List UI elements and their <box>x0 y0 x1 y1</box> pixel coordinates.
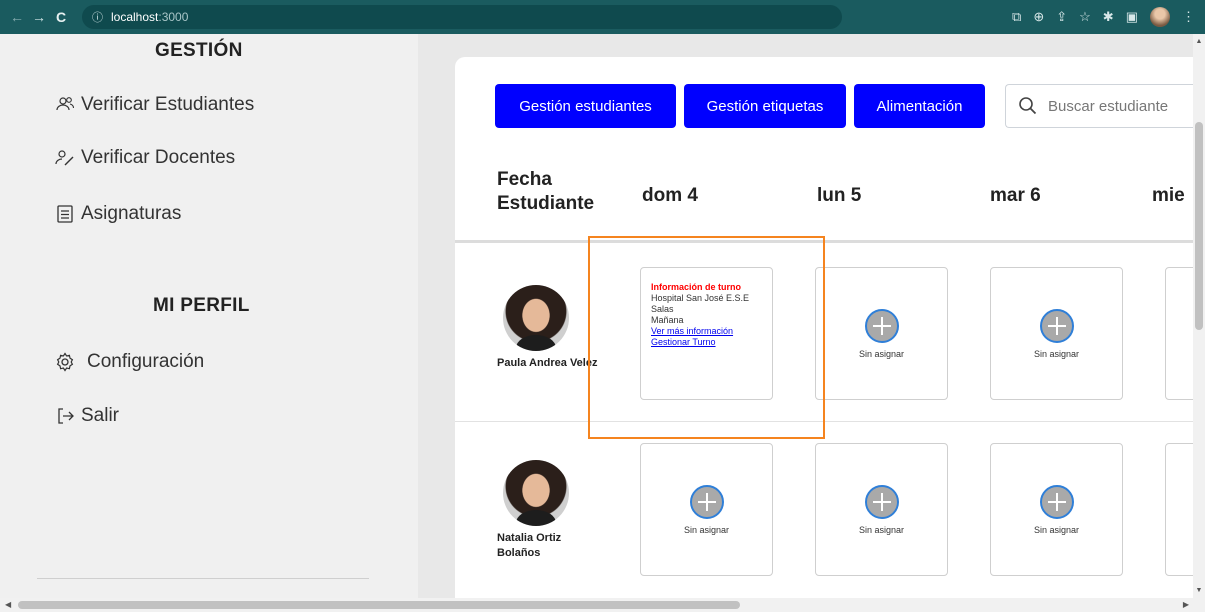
search-input[interactable] <box>1048 97 1198 115</box>
gestionar-turno-link[interactable]: Gestionar Turno <box>651 337 762 348</box>
add-shift-icon[interactable] <box>864 308 899 343</box>
gear-icon <box>56 352 74 372</box>
profile-section-title: MI PERFIL <box>153 295 250 316</box>
shift-period: Mañana <box>651 315 684 325</box>
sin-asignar-label: Sin asignar <box>1033 524 1080 535</box>
side-panel-icon[interactable]: ▣ <box>1126 9 1138 25</box>
add-shift-icon[interactable] <box>864 484 899 519</box>
add-shift-icon[interactable] <box>1039 308 1074 343</box>
empty-shift-card[interactable]: Sin asignar <box>640 443 773 576</box>
teacher-icon <box>55 150 74 166</box>
browser-toolbar: ← → C ⓘ localhost:3000 ⧉ ⊕ ⇪ ☆ ✱ ▣ ⋮ <box>0 0 1205 34</box>
sidebar-item-label: Salir <box>81 405 120 426</box>
vertical-scroll-thumb[interactable] <box>1195 122 1203 330</box>
sidebar-item-label: Verificar Docentes <box>81 147 236 168</box>
share-icon[interactable]: ⇪ <box>1056 9 1067 25</box>
address-bar[interactable]: ⓘ localhost:3000 <box>82 5 842 29</box>
info-icon[interactable]: ⓘ <box>92 9 103 25</box>
users-icon <box>56 97 75 111</box>
url-text: localhost:3000 <box>111 10 189 24</box>
day-header-mar: mar 6 <box>990 185 1041 206</box>
shift-area: Salas <box>651 304 674 314</box>
empty-shift-card[interactable]: Sin asignar <box>815 443 948 576</box>
install-app-icon[interactable]: ⧉ <box>1012 9 1021 25</box>
student-name: Natalia Ortiz Bolaños <box>497 532 562 559</box>
empty-shift-card[interactable]: Sin asignar <box>815 267 948 400</box>
day-header-mie: mie <box>1152 185 1185 206</box>
schedule-header: Fecha Estudiante dom 4 lun 5 mar 6 mie <box>455 145 1205 243</box>
extensions-icon[interactable]: ✱ <box>1103 9 1114 25</box>
student-row-label: Natalia Ortiz Bolaños <box>497 460 607 561</box>
sidebar-item-configuracion[interactable]: Configuración <box>55 351 204 373</box>
vertical-scrollbar[interactable]: ▲ ▼ <box>1193 34 1205 598</box>
sidebar-item-verificar-estudiantes[interactable]: Verificar Estudiantes <box>55 94 254 116</box>
back-arrow-icon[interactable]: ← <box>6 9 28 25</box>
row-divider <box>455 421 1205 422</box>
add-shift-icon[interactable] <box>1039 484 1074 519</box>
student-avatar <box>503 460 569 526</box>
day-header-lun: lun 5 <box>817 185 862 206</box>
horizontal-scrollbar[interactable]: ◀ ▶ <box>0 598 1205 612</box>
zoom-icon[interactable]: ⊕ <box>1033 9 1044 25</box>
scroll-left-arrow-icon[interactable]: ◀ <box>5 600 11 609</box>
sidebar-item-verificar-docentes[interactable]: Verificar Docentes <box>55 147 235 169</box>
search-box[interactable] <box>1005 84 1205 128</box>
empty-shift-card[interactable]: Sin asignar <box>990 267 1123 400</box>
scroll-up-arrow-icon[interactable]: ▲ <box>1193 38 1205 45</box>
sin-asignar-label: Sin asignar <box>1033 348 1080 359</box>
header-fecha: Fecha <box>497 169 552 190</box>
sidebar-item-label: Asignaturas <box>81 203 182 224</box>
sidebar-divider <box>37 578 369 579</box>
browser-actions: ⧉ ⊕ ⇪ ☆ ✱ ▣ ⋮ <box>1012 0 1195 34</box>
empty-shift-card[interactable]: Sin asignar <box>990 443 1123 576</box>
student-avatar <box>503 285 569 351</box>
gestion-estudiantes-button[interactable]: Gestión estudiantes <box>495 84 676 128</box>
sidebar-item-label: Verificar Estudiantes <box>81 94 255 115</box>
bookmark-star-icon[interactable]: ☆ <box>1079 9 1091 25</box>
sin-asignar-label: Sin asignar <box>683 524 730 535</box>
forward-arrow-icon[interactable]: → <box>28 9 50 25</box>
add-shift-icon[interactable] <box>689 484 724 519</box>
shift-place: Hospital San José E.S.E <box>651 293 750 303</box>
fecha-estudiante-header: Fecha Estudiante <box>497 168 594 216</box>
shift-info-title: Información de turno <box>651 282 741 292</box>
shift-info-card: Información de turno Hospital San José E… <box>640 267 773 400</box>
document-icon <box>57 205 73 223</box>
sidebar-item-asignaturas[interactable]: Asignaturas <box>55 203 181 225</box>
day-header-dom: dom 4 <box>642 185 698 206</box>
alimentacion-button[interactable]: Alimentación <box>854 84 985 128</box>
student-name: Paula Andrea Velez <box>497 357 598 369</box>
sin-asignar-label: Sin asignar <box>858 524 905 535</box>
logout-icon <box>58 408 74 424</box>
horizontal-scroll-thumb[interactable] <box>18 601 740 609</box>
header-estudiante: Estudiante <box>497 193 595 214</box>
gestion-section-title: GESTIÓN <box>155 40 243 61</box>
sin-asignar-label: Sin asignar <box>858 348 905 359</box>
scroll-right-arrow-icon[interactable]: ▶ <box>1183 600 1189 609</box>
browser-menu-icon[interactable]: ⋮ <box>1182 9 1195 25</box>
main-panel: Gestión estudiantes Gestión etiquetas Al… <box>455 57 1205 602</box>
sidebar-item-label: Configuración <box>87 351 205 372</box>
student-row-label: Paula Andrea Velez <box>497 285 607 371</box>
gestion-etiquetas-button[interactable]: Gestión etiquetas <box>684 84 846 128</box>
reload-icon[interactable]: C <box>50 9 72 25</box>
scroll-down-arrow-icon[interactable]: ▼ <box>1193 587 1205 594</box>
search-icon <box>1019 97 1037 115</box>
profile-avatar[interactable] <box>1150 7 1170 27</box>
sidebar-item-salir[interactable]: Salir <box>55 405 119 427</box>
ver-mas-informacion-link[interactable]: Ver más información <box>651 326 762 337</box>
sidebar: GESTIÓN Verificar Estudiantes Verificar … <box>0 34 418 598</box>
